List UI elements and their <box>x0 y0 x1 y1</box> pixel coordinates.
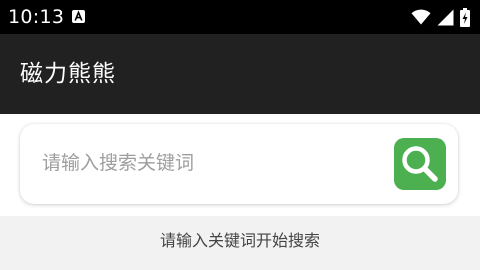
search-input[interactable] <box>42 146 372 180</box>
empty-state-hint: 请输入关键词开始搜索 <box>159 231 320 250</box>
search-card <box>20 124 458 204</box>
search-panel <box>0 114 480 216</box>
signal-icon <box>437 9 454 25</box>
status-icons <box>405 7 470 27</box>
battery-charging-icon <box>460 7 470 27</box>
status-time: 10:13 <box>8 6 65 28</box>
app-bar: 磁力熊熊 <box>0 34 480 114</box>
wifi-icon <box>411 9 431 25</box>
search-button[interactable] <box>394 138 446 190</box>
app-title: 磁力熊熊 <box>20 61 116 87</box>
search-icon <box>402 146 438 182</box>
hint-area: 请输入关键词开始搜索 <box>0 216 480 270</box>
status-bar: 10:13 <box>0 0 480 34</box>
font-a-icon <box>72 10 85 23</box>
